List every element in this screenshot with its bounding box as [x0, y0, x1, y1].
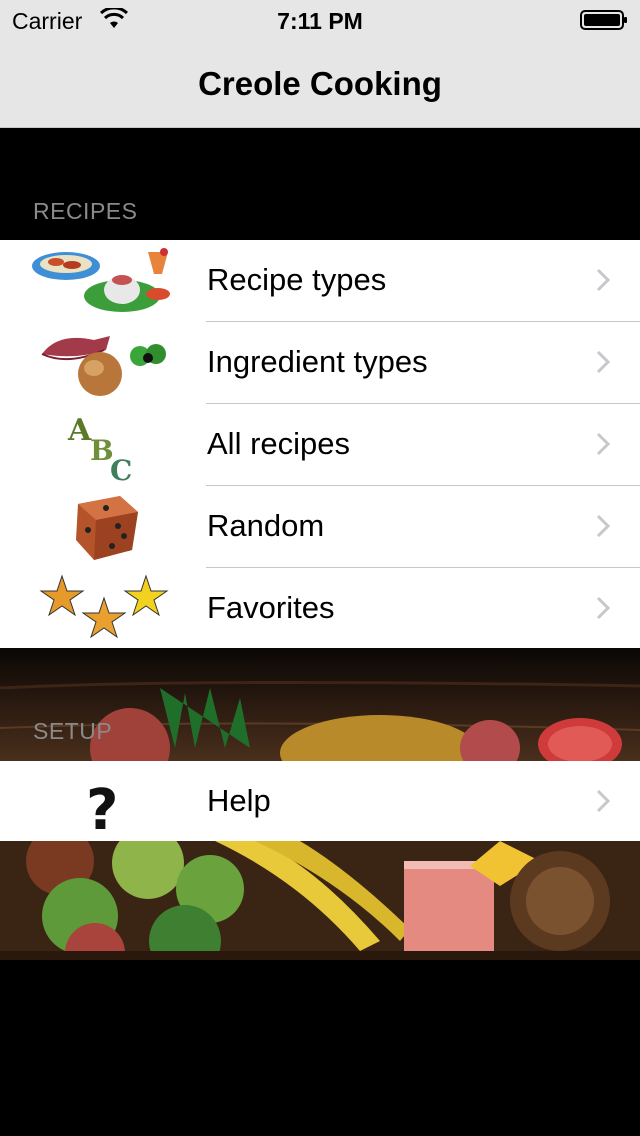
status-bar: Carrier 7:11 PM: [0, 0, 640, 40]
section-header-recipes: RECIPES: [33, 198, 138, 224]
row-label: Favorites: [207, 590, 335, 625]
chevron-right-icon: [596, 350, 610, 374]
fruit-juice-banner: [0, 841, 640, 960]
ingredients-icon: [41, 336, 166, 396]
chevron-right-icon: [596, 514, 610, 538]
page-title: Creole Cooking: [198, 65, 442, 102]
row-favorites[interactable]: Favorites: [0, 568, 640, 650]
chevron-right-icon: [596, 432, 610, 456]
svg-text:C: C: [110, 454, 132, 482]
chevron-right-icon: [596, 789, 610, 813]
recipes-table: Recipe types Ingredient types A B C All …: [0, 240, 640, 648]
clock: 7:11 PM: [277, 8, 363, 34]
dice-icon: [76, 496, 138, 560]
row-label: Ingredient types: [207, 344, 428, 379]
row-label: Help: [207, 783, 271, 818]
row-recipe-types[interactable]: Recipe types: [0, 240, 640, 322]
svg-text:A: A: [67, 413, 92, 448]
row-label: Recipe types: [207, 262, 387, 297]
svg-text:?: ?: [86, 778, 118, 839]
section-header-setup: SETUP: [33, 718, 113, 744]
row-label: All recipes: [207, 426, 350, 461]
chevron-right-icon: [596, 268, 610, 292]
food-dishes-icon: [32, 248, 170, 312]
row-random[interactable]: Random: [0, 486, 640, 568]
question-mark-icon: ?: [86, 778, 118, 839]
navigation-bar: Creole Cooking: [0, 40, 640, 128]
chevron-right-icon: [596, 596, 610, 620]
battery-icon: [580, 10, 627, 30]
row-label: Random: [207, 508, 325, 543]
stars-icon: [39, 574, 169, 639]
setup-table: ? Help: [0, 761, 640, 841]
row-help[interactable]: ? Help: [0, 761, 640, 843]
row-all-recipes[interactable]: A B C All recipes: [0, 404, 640, 486]
row-ingredient-types[interactable]: Ingredient types: [0, 322, 640, 404]
abc-letters-icon: A B C: [67, 413, 132, 482]
